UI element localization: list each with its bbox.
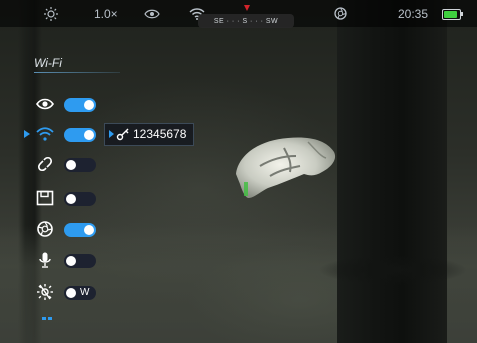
toggle-knob [84, 130, 94, 140]
tree-base [318, 255, 468, 285]
compass-marker-icon [244, 5, 250, 11]
menu-title-underline [34, 72, 120, 73]
toggle-knob [84, 100, 94, 110]
visibility-toggle[interactable] [64, 98, 96, 112]
menu-item-save[interactable] [0, 187, 140, 209]
save-icon [36, 190, 54, 206]
shutter-icon[interactable] [334, 0, 347, 27]
link-toggle[interactable] [64, 158, 96, 172]
compass-heading: SE · · · S · · · SW [198, 14, 294, 28]
pointer-arrow-icon [109, 130, 114, 138]
status-bar: 1.0× SE · · · S · · · SW 20:35 [0, 0, 477, 28]
save-toggle[interactable] [64, 192, 96, 206]
wifi-icon [36, 126, 54, 142]
brightness-icon[interactable] [44, 0, 58, 27]
battery-level [444, 11, 457, 18]
menu-item-link[interactable] [0, 153, 140, 175]
scroll-indicator [42, 317, 52, 320]
wifi-password-field[interactable]: 12345678 [104, 123, 194, 146]
wifi-password: 12345678 [133, 127, 187, 141]
microphone-toggle[interactable] [64, 254, 96, 268]
wild-boar-thermal-image [236, 137, 336, 198]
link-icon [36, 156, 54, 172]
shutter-icon [36, 221, 54, 237]
menu-title: Wi-Fi [34, 56, 62, 70]
toggle-knob [66, 194, 76, 204]
menu-item-microphone[interactable] [0, 249, 140, 271]
clock: 20:35 [398, 6, 429, 21]
wifi-toggle[interactable] [64, 128, 96, 142]
toggle-knob [66, 256, 76, 266]
toggle-knob [66, 160, 76, 170]
selection-arrow-icon [24, 130, 30, 138]
eye-icon [36, 96, 54, 112]
battery-icon [442, 9, 461, 20]
key-icon [116, 128, 129, 141]
zoom-level: 1.0× [94, 6, 118, 21]
tree-trunk [337, 0, 447, 343]
battery-tip [461, 12, 463, 16]
menu-item-shutter[interactable] [0, 218, 140, 240]
toggle-knob [84, 225, 94, 235]
white-hot-toggle[interactable]: W [64, 286, 96, 300]
thermal-viewfinder: 1.0× SE · · · S · · · SW 20:35 Wi-Fi 123… [0, 0, 477, 343]
eye-icon[interactable] [144, 0, 160, 27]
sun-off-icon [36, 284, 54, 300]
shutter-toggle[interactable] [64, 223, 96, 237]
menu-item-white-hot[interactable]: W [0, 281, 140, 303]
menu-item-visibility[interactable] [0, 93, 140, 115]
toggle-knob [66, 288, 76, 298]
white-hot-label: W [80, 287, 90, 298]
microphone-icon [36, 252, 54, 268]
